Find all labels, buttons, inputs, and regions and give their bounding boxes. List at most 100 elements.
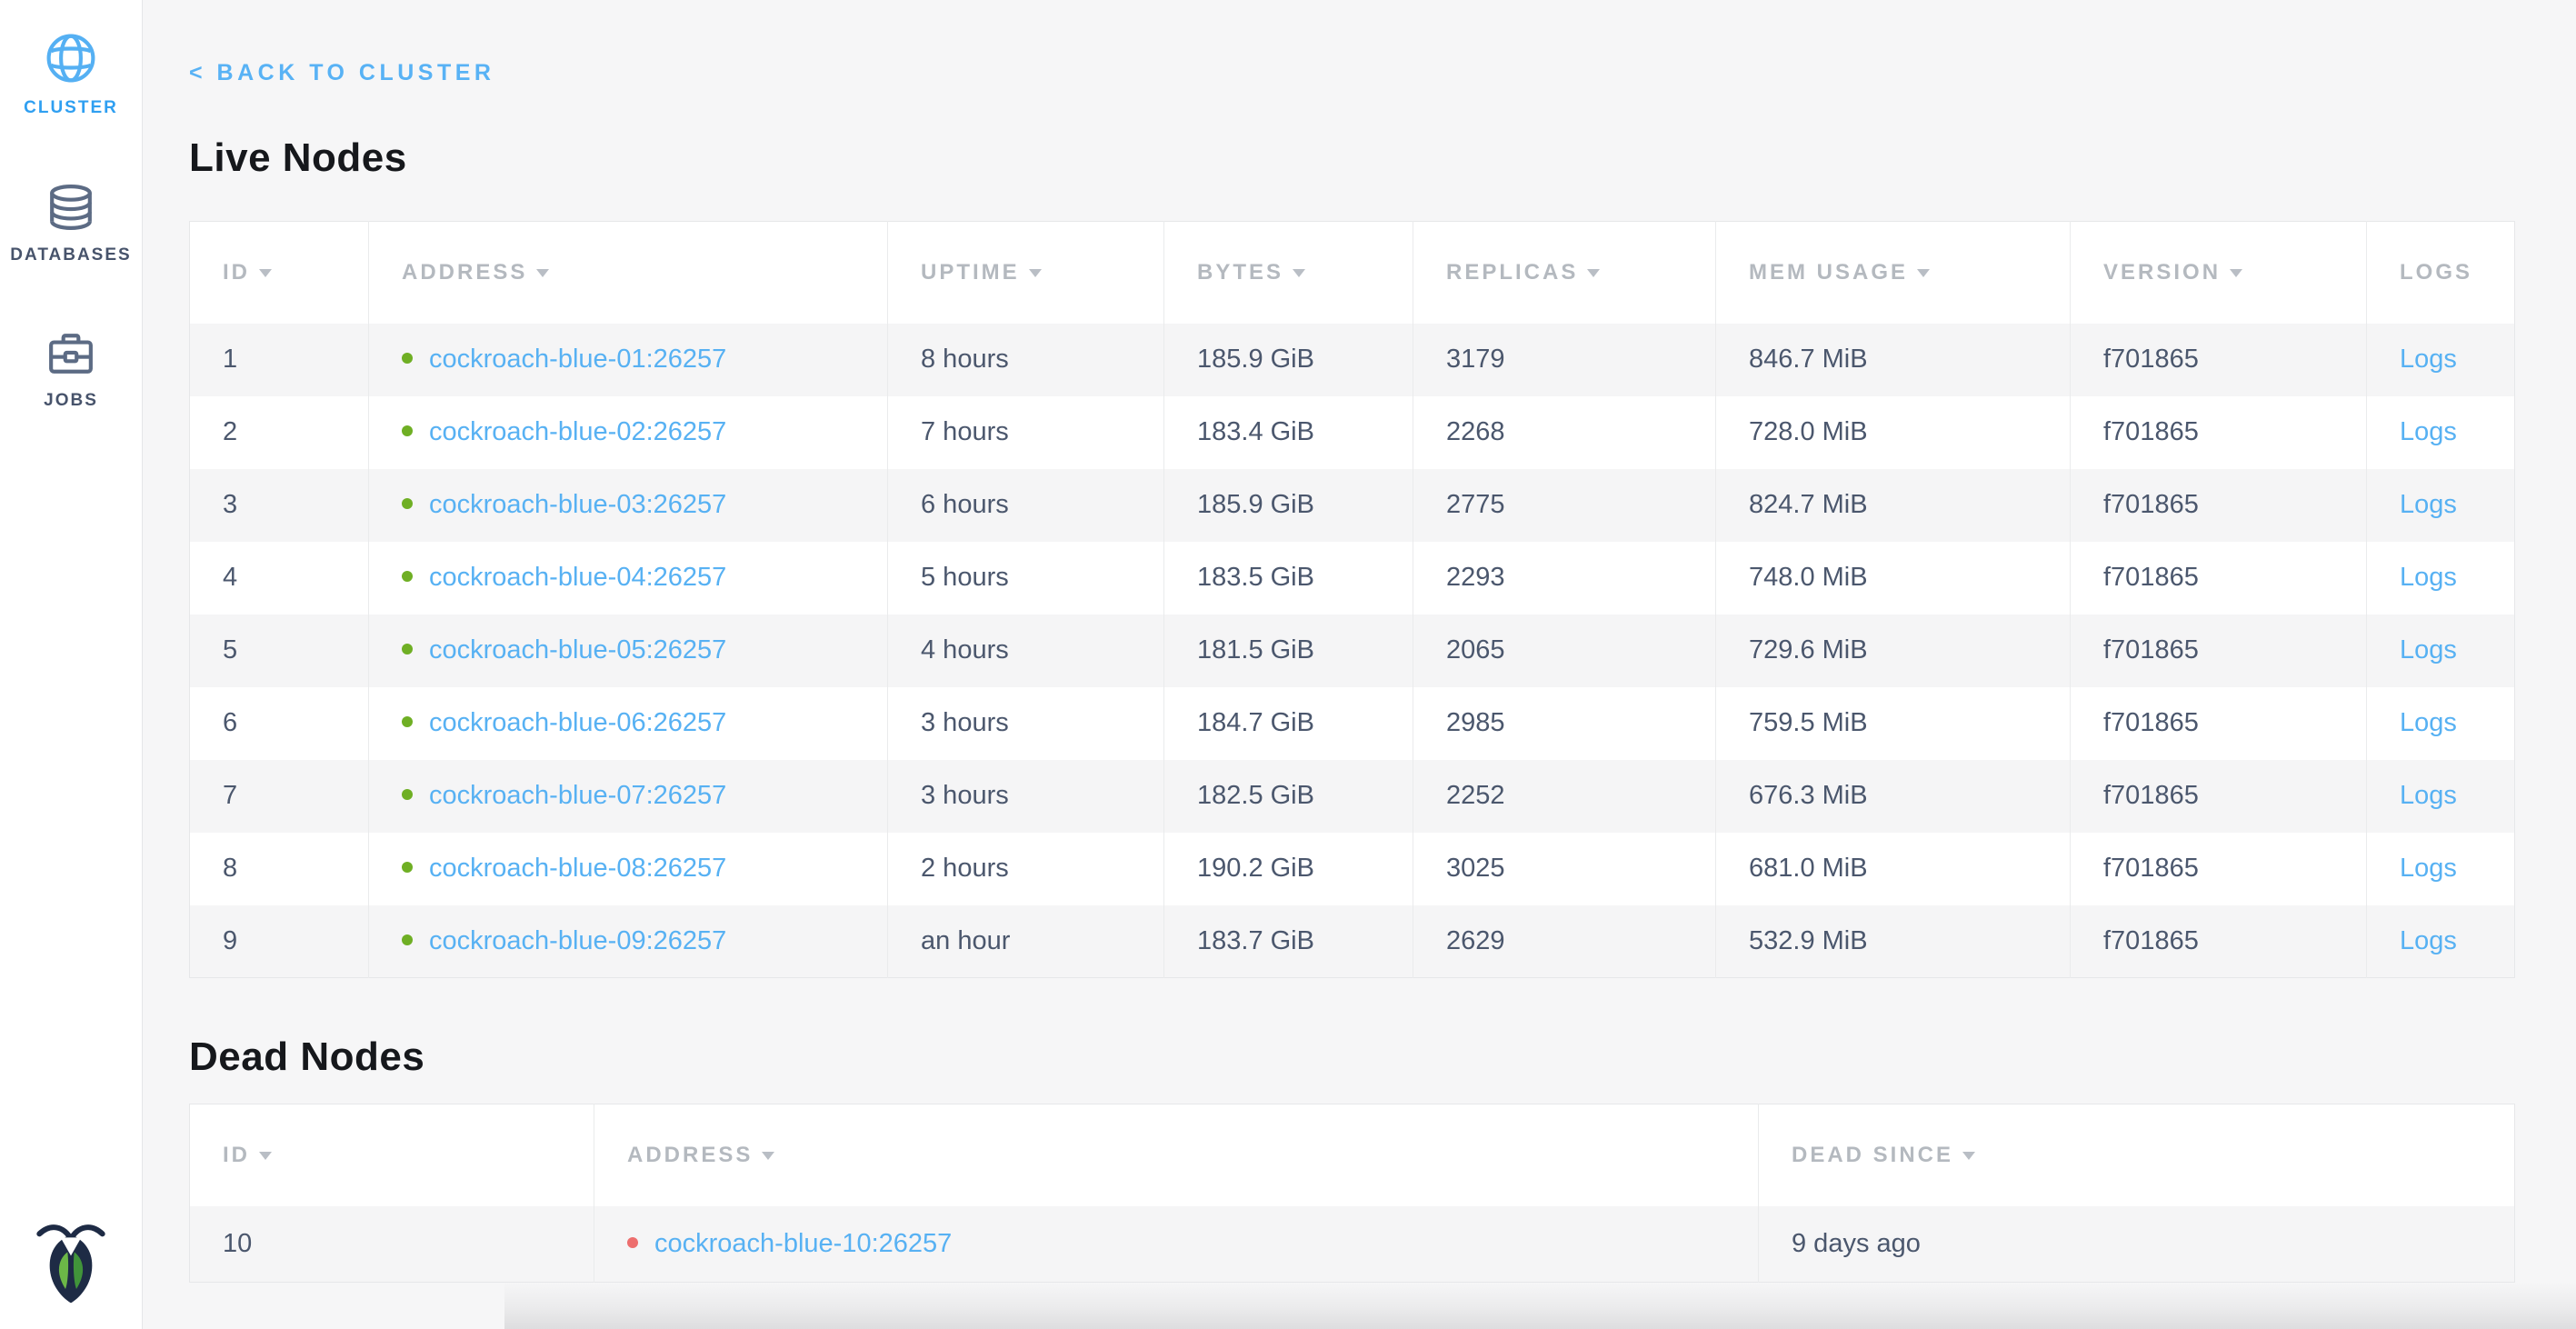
mem-usage-cell: 729.6 MiB — [1716, 615, 2071, 687]
sidebar-item-databases[interactable]: DATABASES — [10, 184, 131, 265]
version-cell: f701865 — [2071, 324, 2367, 396]
logs-link[interactable]: Logs — [2400, 345, 2457, 374]
table-row: 1 cockroach-blue-01:26257 8 hours 185.9 … — [190, 324, 2515, 396]
node-address-link[interactable]: cockroach-blue-05:26257 — [429, 635, 726, 664]
logs-cell: Logs — [2367, 615, 2515, 687]
column-header-uptime[interactable]: UPTIME — [888, 222, 1164, 324]
mem-usage-cell: 681.0 MiB — [1716, 833, 2071, 905]
sidebar-item-cluster[interactable]: CLUSTER — [24, 33, 118, 118]
sort-arrow-icon — [1962, 1152, 1975, 1160]
uptime-cell: 7 hours — [888, 396, 1164, 469]
sidebar-item-label: JOBS — [44, 391, 98, 411]
replicas-cell: 2065 — [1413, 615, 1716, 687]
logs-cell: Logs — [2367, 542, 2515, 615]
logs-link[interactable]: Logs — [2400, 781, 2457, 810]
logs-link[interactable]: Logs — [2400, 926, 2457, 955]
version-cell: f701865 — [2071, 905, 2367, 978]
column-header-dead-since[interactable]: DEAD SINCE — [1759, 1104, 2515, 1206]
table-row: 8 cockroach-blue-08:26257 2 hours 190.2 … — [190, 833, 2515, 905]
table-row: 2 cockroach-blue-02:26257 7 hours 183.4 … — [190, 396, 2515, 469]
mem-usage-cell: 532.9 MiB — [1716, 905, 2071, 978]
replicas-cell: 2985 — [1413, 687, 1716, 760]
node-address-link[interactable]: cockroach-blue-09:26257 — [429, 926, 726, 955]
uptime-cell: an hour — [888, 905, 1164, 978]
bytes-cell: 190.2 GiB — [1164, 833, 1413, 905]
column-header-id[interactable]: ID — [190, 222, 369, 324]
sort-arrow-icon — [1917, 269, 1930, 277]
column-header-address[interactable]: ADDRESS — [369, 222, 888, 324]
live-status-dot — [402, 862, 413, 873]
version-cell: f701865 — [2071, 615, 2367, 687]
dead-since-cell: 9 days ago — [1759, 1206, 2515, 1283]
logs-link[interactable]: Logs — [2400, 490, 2457, 519]
live-status-dot — [402, 934, 413, 945]
node-address-link[interactable]: cockroach-blue-10:26257 — [654, 1229, 952, 1258]
version-cell: f701865 — [2071, 833, 2367, 905]
node-address-cell: cockroach-blue-07:26257 — [369, 760, 888, 833]
mem-usage-cell: 728.0 MiB — [1716, 396, 2071, 469]
sidebar: CLUSTER DATABASES JOBS — [0, 0, 143, 1329]
bytes-cell: 185.9 GiB — [1164, 324, 1413, 396]
replicas-cell: 3025 — [1413, 833, 1716, 905]
sort-arrow-icon — [1587, 269, 1600, 277]
sidebar-item-jobs[interactable]: JOBS — [44, 331, 98, 411]
sort-arrow-icon — [762, 1152, 774, 1160]
column-header-address[interactable]: ADDRESS — [594, 1104, 1759, 1206]
node-address-link[interactable]: cockroach-blue-02:26257 — [429, 417, 726, 446]
node-id-cell: 5 — [190, 615, 369, 687]
table-row: 6 cockroach-blue-06:26257 3 hours 184.7 … — [190, 687, 2515, 760]
node-address-cell: cockroach-blue-06:26257 — [369, 687, 888, 760]
node-address-cell: cockroach-blue-09:26257 — [369, 905, 888, 978]
node-id-cell: 10 — [190, 1206, 594, 1283]
table-row: 7 cockroach-blue-07:26257 3 hours 182.5 … — [190, 760, 2515, 833]
node-address-link[interactable]: cockroach-blue-07:26257 — [429, 781, 726, 810]
cockroach-logo — [33, 1218, 109, 1305]
node-address-link[interactable]: cockroach-blue-03:26257 — [429, 490, 726, 519]
node-address-cell: cockroach-blue-08:26257 — [369, 833, 888, 905]
logs-cell: Logs — [2367, 324, 2515, 396]
node-address-cell: cockroach-blue-04:26257 — [369, 542, 888, 615]
sort-arrow-icon — [536, 269, 549, 277]
column-header-mem-usage[interactable]: MEM USAGE — [1716, 222, 2071, 324]
uptime-cell: 2 hours — [888, 833, 1164, 905]
logs-link[interactable]: Logs — [2400, 854, 2457, 883]
column-header-id[interactable]: ID — [190, 1104, 594, 1206]
logs-cell: Logs — [2367, 469, 2515, 542]
table-header-row: ID ADDRESS DEAD SINCE — [190, 1104, 2515, 1206]
node-address-link[interactable]: cockroach-blue-04:26257 — [429, 563, 726, 592]
table-row: 4 cockroach-blue-04:26257 5 hours 183.5 … — [190, 542, 2515, 615]
logs-link[interactable]: Logs — [2400, 417, 2457, 446]
uptime-cell: 3 hours — [888, 687, 1164, 760]
briefcase-icon — [47, 331, 95, 376]
table-header-row: ID ADDRESS UPTIME BYTES REPLICAS MEM USA… — [190, 222, 2515, 324]
sort-arrow-icon — [1293, 269, 1305, 277]
globe-icon — [45, 33, 96, 84]
uptime-cell: 3 hours — [888, 760, 1164, 833]
node-address-link[interactable]: cockroach-blue-06:26257 — [429, 708, 726, 737]
mem-usage-cell: 676.3 MiB — [1716, 760, 2071, 833]
live-status-dot — [402, 498, 413, 509]
mem-usage-cell: 748.0 MiB — [1716, 542, 2071, 615]
version-cell: f701865 — [2071, 542, 2367, 615]
table-row: 10 cockroach-blue-10:26257 9 days ago — [190, 1206, 2515, 1283]
replicas-cell: 2629 — [1413, 905, 1716, 978]
version-cell: f701865 — [2071, 687, 2367, 760]
node-id-cell: 8 — [190, 833, 369, 905]
logs-cell: Logs — [2367, 396, 2515, 469]
logs-link[interactable]: Logs — [2400, 563, 2457, 592]
node-id-cell: 4 — [190, 542, 369, 615]
node-address-link[interactable]: cockroach-blue-01:26257 — [429, 345, 726, 374]
version-cell: f701865 — [2071, 760, 2367, 833]
node-address-link[interactable]: cockroach-blue-08:26257 — [429, 854, 726, 883]
logs-link[interactable]: Logs — [2400, 635, 2457, 664]
mem-usage-cell: 824.7 MiB — [1716, 469, 2071, 542]
table-row: 9 cockroach-blue-09:26257 an hour 183.7 … — [190, 905, 2515, 978]
column-header-version[interactable]: VERSION — [2071, 222, 2367, 324]
column-header-bytes[interactable]: BYTES — [1164, 222, 1413, 324]
uptime-cell: 8 hours — [888, 324, 1164, 396]
back-to-cluster-link[interactable]: < BACK TO CLUSTER — [189, 60, 494, 86]
column-header-replicas[interactable]: REPLICAS — [1413, 222, 1716, 324]
node-id-cell: 6 — [190, 687, 369, 760]
logs-link[interactable]: Logs — [2400, 708, 2457, 737]
node-id-cell: 2 — [190, 396, 369, 469]
